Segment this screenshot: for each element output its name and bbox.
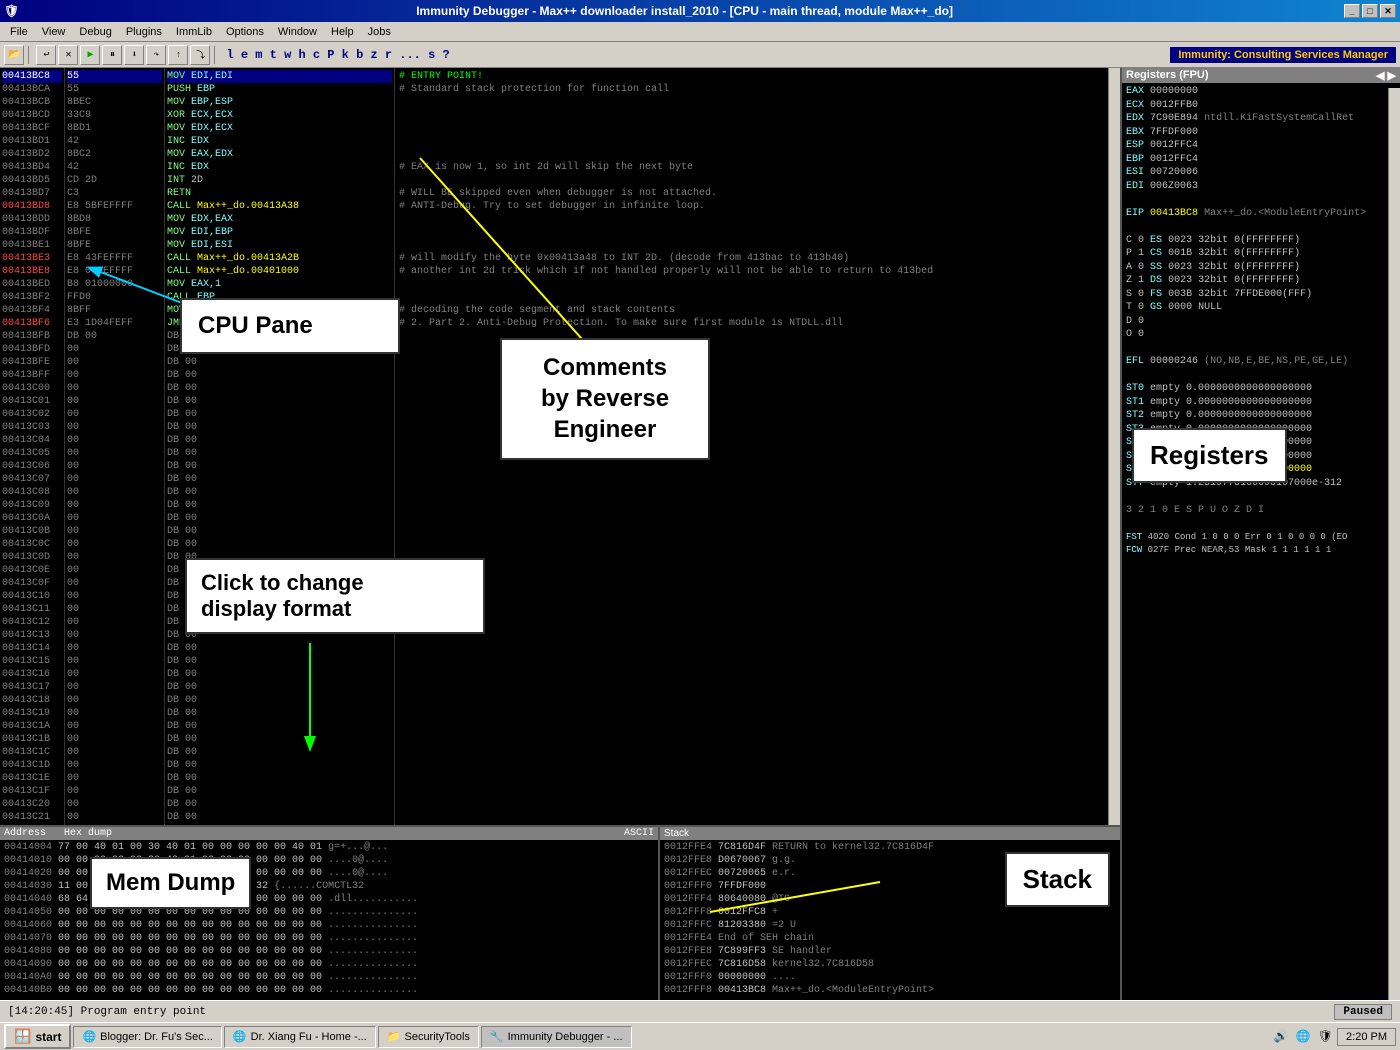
status-message: [14:20:45] Program entry point: [8, 1006, 206, 1018]
titlebar: 🛡 Immunity Debugger - Max++ downloader i…: [0, 0, 1400, 22]
toolbar: 📂 ↩ ✕ ▶ ⏸ ⬇ ↷ ↑ ⤵ l e m t w h c P k b z …: [0, 42, 1400, 68]
toolbar-restart[interactable]: ↩: [36, 45, 56, 65]
folder-icon: 📁: [387, 1030, 401, 1043]
menu-options[interactable]: Options: [220, 25, 270, 39]
toolbar-open[interactable]: 📂: [4, 45, 24, 65]
menubar: File View Debug Plugins ImmLib Options W…: [0, 22, 1400, 42]
taskbar-item-blogger[interactable]: 🌐 Blogger: Dr. Fu's Sec...: [73, 1026, 221, 1048]
taskbar-item-immunity[interactable]: 🔧 Immunity Debugger - ...: [481, 1026, 632, 1048]
menu-view[interactable]: View: [36, 25, 72, 39]
menu-window[interactable]: Window: [272, 25, 323, 39]
menu-plugins[interactable]: Plugins: [120, 25, 168, 39]
immunity-label: Immunity: Consulting Services Manager: [1170, 47, 1396, 63]
taskbar-item-security[interactable]: 📁 SecurityTools: [378, 1026, 479, 1048]
toolbar-step-over[interactable]: ↷: [146, 45, 166, 65]
status-paused: Paused: [1334, 1004, 1392, 1020]
bottom-area: Address Hex dump ASCII 00414004 77 00 40…: [0, 825, 1120, 1000]
disasm-comment-col: # ENTRY POINT! # Standard stack protecti…: [395, 68, 1120, 825]
menu-debug[interactable]: Debug: [73, 25, 117, 39]
toolbar-trace[interactable]: ⤵: [190, 45, 210, 65]
toolbar-run[interactable]: ▶: [80, 45, 100, 65]
start-icon: 🪟: [14, 1028, 31, 1045]
close-button[interactable]: ✕: [1380, 4, 1396, 18]
memdump-pane[interactable]: Address Hex dump ASCII 00414004 77 00 40…: [0, 827, 660, 1000]
stack-pane[interactable]: Stack 0012FFE4 7C816D4F RETURN to kernel…: [660, 827, 1120, 1000]
cpu-registers-area: 00413BC8 00413BCA 00413BCB 00413BCD 0041…: [0, 68, 1400, 1000]
disasm-pane[interactable]: 00413BC8 00413BCA 00413BCB 00413BCD 0041…: [0, 68, 1120, 825]
minimize-button[interactable]: _: [1344, 4, 1360, 18]
toolbar-sep1: [28, 46, 32, 64]
taskbar: 🪟 start 🌐 Blogger: Dr. Fu's Sec... 🌐 Dr.…: [0, 1022, 1400, 1050]
toolbar-step-into[interactable]: ⬇: [124, 45, 144, 65]
menu-jobs[interactable]: Jobs: [362, 25, 397, 39]
maximize-button[interactable]: □: [1362, 4, 1378, 18]
disasm-addr-col: 00413BC8 00413BCA 00413BCB 00413BCD 0041…: [0, 68, 65, 825]
registers-scrollbar[interactable]: [1388, 88, 1400, 1000]
toolbar-letters: l e m t w h c P k b z r ... s ?: [222, 48, 453, 62]
taskbar-tray: 🔊 🌐 🛡 2:20 PM: [1274, 1028, 1397, 1046]
toolbar-pause[interactable]: ⏸: [102, 45, 122, 65]
toolbar-close[interactable]: ✕: [58, 45, 78, 65]
security-tools-label: SecurityTools: [404, 1031, 469, 1043]
memdump-header: Address Hex dump ASCII: [0, 827, 658, 840]
disasm-bytes-col: 55 55 8BEC 33C9 8BD1 42 8BC2 42 CD 2D C3…: [65, 68, 165, 825]
menu-immlib[interactable]: ImmLib: [170, 25, 218, 39]
disasm-instr-col: MOV EDI,EDI PUSH EBP MOV EBP,ESP XOR ECX…: [165, 68, 395, 825]
home-icon: 🌐: [233, 1030, 247, 1043]
titlebar-title: Immunity Debugger - Max++ downloader ins…: [416, 4, 953, 18]
tray-icons: 🔊 🌐 🛡: [1274, 1029, 1334, 1044]
main-wrapper: 🛡 Immunity Debugger - Max++ downloader i…: [0, 0, 1400, 1022]
registers-pane: Registers (FPU) ◀ ▶ EAX 00000000 ECX 001…: [1120, 68, 1400, 1000]
stack-header: Stack: [660, 827, 1120, 840]
start-button[interactable]: 🪟 start: [4, 1024, 71, 1049]
left-panel: 00413BC8 00413BCA 00413BCB 00413BCD 0041…: [0, 68, 1120, 1000]
registers-header: Registers (FPU) ◀ ▶: [1122, 68, 1400, 83]
toolbar-step-out[interactable]: ↑: [168, 45, 188, 65]
menu-help[interactable]: Help: [325, 25, 360, 39]
clock: 2:20 PM: [1337, 1028, 1396, 1046]
toolbar-sep2: [214, 46, 218, 64]
start-label: start: [35, 1030, 61, 1044]
titlebar-buttons: _ □ ✕: [1344, 4, 1396, 18]
statusbar: [14:20:45] Program entry point Paused: [0, 1000, 1400, 1022]
taskbar-item-home[interactable]: 🌐 Dr. Xiang Fu - Home -...: [224, 1026, 376, 1048]
immunity-icon: 🔧: [490, 1030, 504, 1043]
disasm-scrollbar[interactable]: [1108, 68, 1120, 825]
blogger-icon: 🌐: [82, 1030, 96, 1043]
titlebar-icon: 🛡: [4, 4, 19, 18]
menu-file[interactable]: File: [4, 25, 34, 39]
